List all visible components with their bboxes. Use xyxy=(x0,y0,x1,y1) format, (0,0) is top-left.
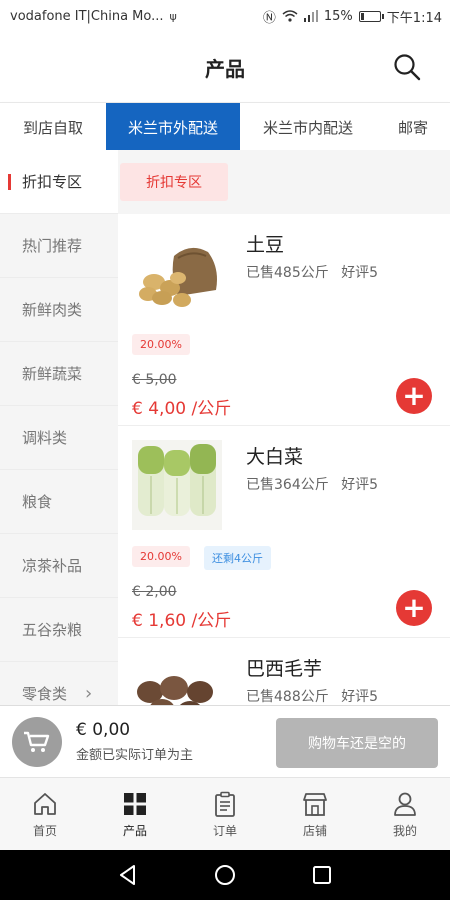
sidebar-item-discount[interactable]: 折扣专区 xyxy=(0,150,118,214)
nav-profile[interactable]: 我的 xyxy=(360,778,450,850)
home-circle-icon[interactable] xyxy=(213,863,237,887)
sidebar-item-meat[interactable]: 新鲜肉类 xyxy=(0,278,118,342)
sold-count: 已售488公斤 xyxy=(246,689,329,705)
tab-outside-milan[interactable]: 米兰市外配送 xyxy=(106,103,240,150)
back-icon[interactable] xyxy=(116,863,140,887)
taro-image xyxy=(132,652,222,705)
sale-price: € 1,60 /公斤 xyxy=(132,611,232,631)
sidebar-item-label: 新鲜肉类 xyxy=(22,301,83,319)
cart-note: 金额已实际订单为主 xyxy=(76,748,194,763)
sidebar-item-seasoning[interactable]: 调料类 xyxy=(0,406,118,470)
nav-label: 首页 xyxy=(32,823,57,838)
potatoes-image xyxy=(132,228,222,318)
rating: 好评5 xyxy=(341,477,379,493)
stock-badge: 还剩4公斤 xyxy=(204,546,271,570)
sidebar-item-cereals[interactable]: 五谷杂粮 xyxy=(0,598,118,662)
nav-label: 订单 xyxy=(212,823,237,838)
product-name: 大白菜 xyxy=(246,446,304,468)
status-right: Ⓝ 15% 下午1:14 xyxy=(263,7,442,26)
clock: 下午1:14 xyxy=(386,10,442,26)
search-icon[interactable] xyxy=(392,52,422,82)
sim-icon: ψ xyxy=(169,9,177,23)
sold-count: 已售364公斤 xyxy=(246,477,329,493)
sidebar-item-hot[interactable]: 热门推荐 xyxy=(0,214,118,278)
cabbage-image xyxy=(132,440,222,530)
store-icon xyxy=(303,792,327,816)
nav-orders[interactable]: 订单 xyxy=(180,778,270,850)
cart-icon[interactable] xyxy=(12,716,62,767)
tab-mail[interactable]: 邮寄 xyxy=(376,103,450,150)
add-to-cart-button[interactable]: + xyxy=(396,378,432,414)
nav-store[interactable]: 店铺 xyxy=(270,778,360,850)
chevron-right-icon: › xyxy=(85,683,93,704)
plus-icon: + xyxy=(402,379,426,412)
signal-icon xyxy=(303,10,318,22)
page-title: 产品 xyxy=(205,56,245,81)
system-nav-bar xyxy=(0,850,450,900)
battery-icon xyxy=(358,10,384,22)
category-sidebar: 折扣专区 热门推荐 新鲜肉类 新鲜蔬菜 调料类 粮食 凉茶补品 五谷杂粮 零食类… xyxy=(0,150,118,705)
sidebar-item-grain[interactable]: 粮食 xyxy=(0,470,118,534)
recents-icon[interactable] xyxy=(310,863,334,887)
sold-count: 已售485公斤 xyxy=(246,265,329,281)
sidebar-item-label: 折扣专区 xyxy=(22,173,83,191)
category-header: 折扣专区 xyxy=(118,150,450,214)
product-list: 折扣专区 土豆 已售485公斤 好评5 20.00% € 5,00 € 4,00… xyxy=(118,150,450,705)
status-bar: vodafone IT|China Mo... ψ Ⓝ 15% 下午1:14 xyxy=(0,0,450,32)
nav-home[interactable]: 首页 xyxy=(0,778,90,850)
grid-icon xyxy=(124,792,146,815)
tab-pickup[interactable]: 到店自取 xyxy=(0,103,106,150)
sidebar-item-label: 调料类 xyxy=(22,429,68,447)
clipboard-icon xyxy=(215,791,235,817)
cart-summary: € 0,00 金额已实际订单为主 xyxy=(76,720,193,763)
app-header: 产品 xyxy=(0,32,450,102)
add-to-cart-button[interactable]: + xyxy=(396,590,432,626)
cart-total: € 0,00 xyxy=(76,720,131,740)
sidebar-item-label: 热门推荐 xyxy=(22,237,83,255)
nav-label: 店铺 xyxy=(302,823,327,838)
product-stats: 已售364公斤 好评5 xyxy=(246,474,386,494)
sidebar-item-snacks[interactable]: 零食类 › xyxy=(0,662,118,705)
nav-products[interactable]: 产品 xyxy=(90,778,180,850)
product-card[interactable]: 大白菜 已售364公斤 好评5 20.00% 还剩4公斤 € 2,00 € 1,… xyxy=(118,426,450,638)
discount-badge: 20.00% xyxy=(132,546,190,567)
sidebar-item-label: 凉茶补品 xyxy=(22,557,83,575)
product-name: 土豆 xyxy=(246,234,285,256)
delivery-tabs: 到店自取 米兰市外配送 米兰市内配送 邮寄 xyxy=(0,102,450,150)
category-chip: 折扣专区 xyxy=(120,163,228,201)
discount-badge: 20.00% xyxy=(132,334,190,355)
battery-percent: 15% xyxy=(323,8,353,24)
product-stats: 已售485公斤 好评5 xyxy=(246,262,386,282)
plus-icon: + xyxy=(402,591,426,624)
bottom-nav: 首页 产品 订单 店铺 我的 xyxy=(0,777,450,850)
sidebar-item-label: 粮食 xyxy=(22,493,53,511)
nfc-icon: Ⓝ xyxy=(262,10,276,26)
sidebar-item-label: 零食类 xyxy=(22,685,68,703)
checkout-button[interactable]: 购物车还是空的 xyxy=(276,718,438,768)
home-icon xyxy=(34,792,56,815)
rating: 好评5 xyxy=(341,265,379,281)
sale-price: € 4,00 /公斤 xyxy=(132,399,232,419)
original-price: € 2,00 xyxy=(132,584,177,600)
product-stats: 已售488公斤 好评5 xyxy=(246,686,386,705)
product-card[interactable]: 巴西毛芋 已售488公斤 好评5 xyxy=(118,638,450,705)
sidebar-item-herbal-tea[interactable]: 凉茶补品 xyxy=(0,534,118,598)
product-name: 巴西毛芋 xyxy=(246,658,323,680)
product-card[interactable]: 土豆 已售485公斤 好评5 20.00% € 5,00 € 4,00 /公斤 … xyxy=(118,214,450,426)
sidebar-item-label: 新鲜蔬菜 xyxy=(22,365,83,383)
sidebar-item-vegetables[interactable]: 新鲜蔬菜 xyxy=(0,342,118,406)
nav-label: 产品 xyxy=(122,823,147,838)
original-price: € 5,00 xyxy=(132,372,177,388)
rating: 好评5 xyxy=(341,689,379,705)
carrier-label: vodafone IT|China Mo... xyxy=(10,8,164,24)
nav-label: 我的 xyxy=(392,823,417,838)
sidebar-item-label: 五谷杂粮 xyxy=(22,621,83,639)
cart-bar: € 0,00 金额已实际订单为主 购物车还是空的 xyxy=(0,705,450,777)
user-icon xyxy=(394,792,416,816)
wifi-icon xyxy=(282,10,298,22)
tab-inside-milan[interactable]: 米兰市内配送 xyxy=(240,103,376,150)
